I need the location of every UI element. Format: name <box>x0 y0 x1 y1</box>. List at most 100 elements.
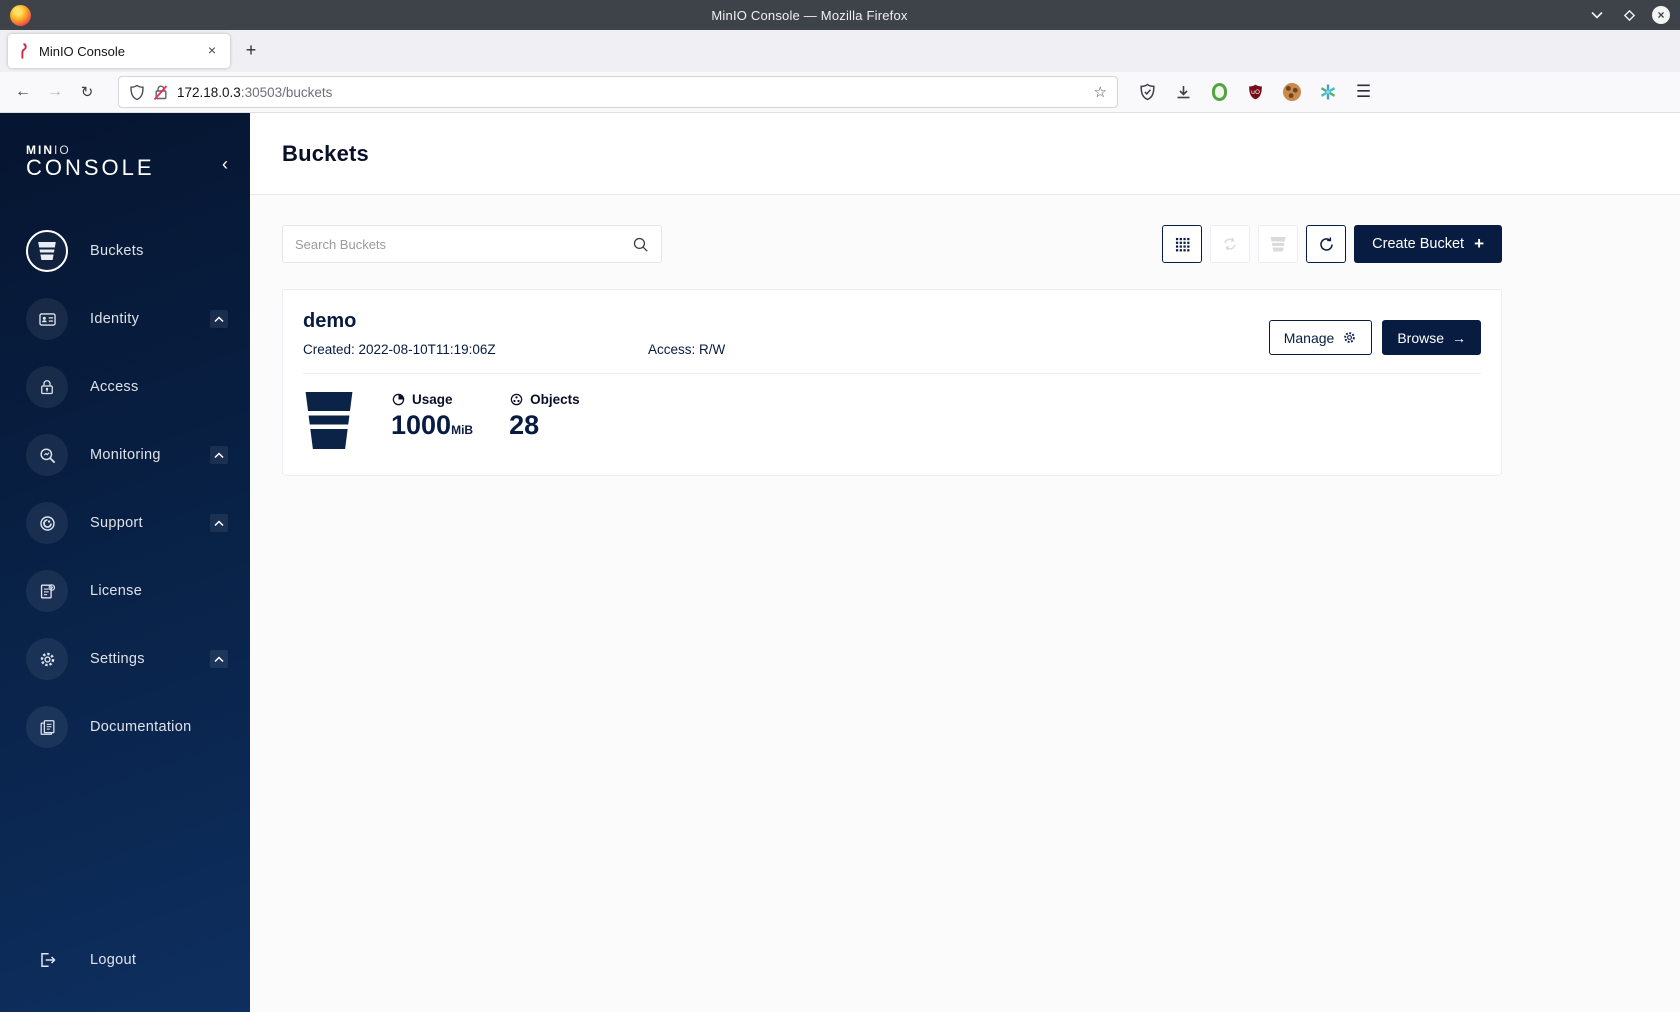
firefox-logo-icon <box>10 4 31 26</box>
sidebar-item-license[interactable]: License <box>0 557 250 625</box>
buckets-content: Create Bucket + demo Created: 2022-08-10… <box>250 195 1502 476</box>
usage-pie-icon <box>392 393 405 406</box>
create-bucket-button[interactable]: Create Bucket + <box>1354 225 1502 263</box>
bucket-card-top: demo Created: 2022-08-10T11:19:06Z Acces… <box>303 310 1481 357</box>
bucket-card[interactable]: demo Created: 2022-08-10T11:19:06Z Acces… <box>282 289 1502 476</box>
hamburger-menu-icon[interactable]: ☰ <box>1350 79 1377 106</box>
window-titlebar: MinIO Console — Mozilla Firefox × <box>0 0 1680 30</box>
window-title: MinIO Console — Mozilla Firefox <box>711 7 908 23</box>
bucket-meta: Created: 2022-08-10T11:19:06Z Access: R/… <box>303 342 1269 357</box>
buckets-icon <box>26 230 68 272</box>
sidebar-item-documentation[interactable]: Documentation <box>0 693 250 761</box>
tab-title: MinIO Console <box>39 43 125 59</box>
close-button[interactable]: × <box>1652 6 1670 24</box>
logout-icon <box>26 939 68 981</box>
sidebar-nav: Buckets Identity Access Monitoring Suppo… <box>0 217 250 761</box>
plus-icon: + <box>1474 234 1484 253</box>
tab-bar: MinIO Console × + <box>0 30 1680 72</box>
bucket-metrics: Usage 1000MiB Objects 28 <box>303 392 1481 449</box>
navigation-toolbar: ← → ↻ 172.18.0.3:30503/buckets ☆ uO ☰ <box>0 72 1680 113</box>
colorful-asterisk-extension-icon[interactable] <box>1314 79 1341 106</box>
usage-value: 1000MiB <box>391 410 474 440</box>
tab-close-icon[interactable]: × <box>202 41 222 61</box>
sidebar-collapse-icon[interactable]: ‹ <box>222 155 228 173</box>
sidebar-item-identity[interactable]: Identity <box>0 285 250 353</box>
identity-card-icon <box>26 298 68 340</box>
bookmark-star-icon[interactable]: ☆ <box>1094 83 1107 101</box>
downloads-icon[interactable] <box>1170 79 1197 106</box>
page-header: Buckets <box>250 113 1680 195</box>
console-wordmark: CONSOLE <box>26 155 155 180</box>
sidebar-footer: Logout <box>0 926 250 994</box>
sidebar-item-access[interactable]: Access <box>0 353 250 421</box>
support-icon <box>26 502 68 544</box>
replication-arrows-icon <box>1224 237 1236 251</box>
browser-tab[interactable]: MinIO Console × <box>8 34 230 68</box>
minio-favicon-icon <box>21 43 27 59</box>
grid-dots-icon <box>1175 237 1190 251</box>
browse-button[interactable]: Browse → <box>1382 320 1481 355</box>
chevron-up-icon[interactable] <box>210 514 228 532</box>
app-body: MINIO CONSOLE ‹ Buckets Identity Access … <box>0 113 1680 1012</box>
sidebar-logo: MINIO CONSOLE ‹ <box>0 113 250 189</box>
settings-gear-icon <box>26 638 68 680</box>
bucket-name[interactable]: demo <box>303 310 1269 333</box>
refresh-icon <box>1319 236 1333 251</box>
search-box[interactable] <box>282 225 662 263</box>
chevron-up-icon[interactable] <box>210 446 228 464</box>
sidebar-item-monitoring[interactable]: Monitoring <box>0 421 250 489</box>
tracking-shield-icon[interactable] <box>129 84 145 101</box>
delete-bucket-button-disabled <box>1258 225 1299 263</box>
forward-button[interactable]: → <box>40 78 70 106</box>
bucket-created: Created: 2022-08-10T11:19:06Z <box>303 342 496 357</box>
cookie-extension-icon[interactable] <box>1278 79 1305 106</box>
sidebar: MINIO CONSOLE ‹ Buckets Identity Access … <box>0 113 250 1012</box>
objects-label: Objects <box>530 392 580 407</box>
chevron-up-icon[interactable] <box>210 310 228 328</box>
bucket-icon <box>1270 236 1286 252</box>
extension-green-icon[interactable] <box>1206 79 1233 106</box>
new-tab-button[interactable]: + <box>236 36 266 66</box>
monitoring-magnifier-icon <box>26 434 68 476</box>
bucket-info: demo Created: 2022-08-10T11:19:06Z Acces… <box>303 310 1269 357</box>
insecure-lock-icon[interactable] <box>153 84 169 101</box>
bucket-toolbar: Create Bucket + <box>1162 225 1502 263</box>
objects-value: 28 <box>509 410 540 440</box>
sidebar-item-logout[interactable]: Logout <box>0 926 250 994</box>
replication-button-disabled <box>1210 225 1251 263</box>
window-controls: × <box>1588 6 1670 24</box>
card-divider <box>303 373 1481 374</box>
url-host: 172.18.0.3 <box>177 84 241 100</box>
maximize-button[interactable] <box>1620 6 1638 24</box>
ublock-origin-icon[interactable]: uO <box>1242 79 1269 106</box>
reload-button[interactable]: ↻ <box>72 78 102 106</box>
bucket-actions: Manage Browse → <box>1268 320 1481 357</box>
usage-label: Usage <box>412 392 453 407</box>
arrow-right-icon: → <box>1452 329 1466 346</box>
url-text[interactable]: 172.18.0.3:30503/buckets <box>177 85 1086 100</box>
url-bar[interactable]: 172.18.0.3:30503/buckets ☆ <box>118 76 1118 108</box>
search-icon <box>633 237 648 252</box>
page-title: Buckets <box>282 140 369 166</box>
manage-button[interactable]: Manage <box>1268 320 1373 355</box>
main-panel: Buckets Search Buckets Create Bucket + d… <box>250 113 1680 1012</box>
sidebar-item-settings[interactable]: Settings <box>0 625 250 693</box>
chevron-up-icon[interactable] <box>210 650 228 668</box>
sidebar-item-buckets[interactable]: Buckets <box>0 217 250 285</box>
url-path: :30503/buckets <box>240 84 333 100</box>
bucket-large-icon <box>305 392 353 449</box>
search-buckets-input[interactable] <box>295 236 632 252</box>
objects-metric: Objects 28 <box>509 392 580 441</box>
refresh-button[interactable] <box>1306 225 1347 263</box>
grid-view-button[interactable] <box>1162 225 1203 263</box>
toolbar-right-icons: uO ☰ <box>1134 79 1377 106</box>
minimize-button[interactable] <box>1588 6 1606 24</box>
sidebar-item-support[interactable]: Support <box>0 489 250 557</box>
protections-shield-icon[interactable] <box>1134 79 1161 106</box>
actions-row: Create Bucket + <box>282 225 1502 263</box>
license-document-icon <box>26 570 68 612</box>
back-button[interactable]: ← <box>8 78 38 106</box>
access-lock-icon <box>26 366 68 408</box>
firefox-window: MinIO Console — Mozilla Firefox × MinIO … <box>0 0 1680 1012</box>
svg-text:uO: uO <box>1251 89 1260 96</box>
